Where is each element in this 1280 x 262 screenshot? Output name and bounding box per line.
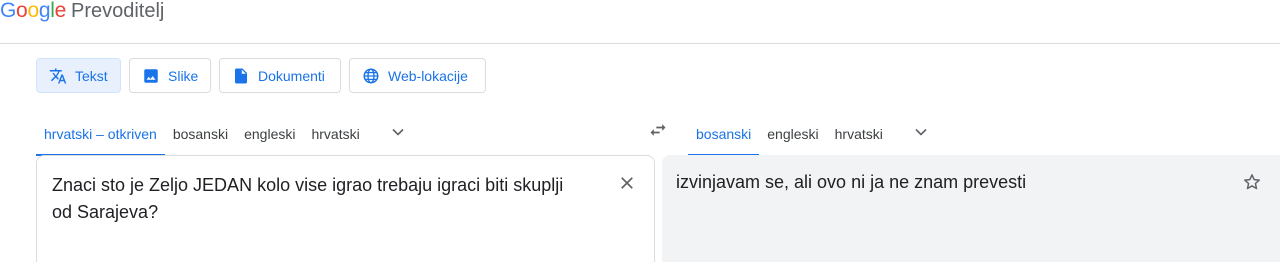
mode-images-button[interactable]: Slike <box>129 58 211 93</box>
source-lang-english[interactable]: engleski <box>236 112 303 156</box>
chevron-down-icon <box>911 122 931 147</box>
image-icon <box>142 67 160 85</box>
source-lang-croatian[interactable]: hrvatski <box>303 112 367 156</box>
source-language-bar: hrvatski – otkriven bosanski engleski hr… <box>36 112 422 156</box>
swap-languages-button[interactable] <box>644 120 672 144</box>
target-lang-bosnian-label: bosanski <box>696 126 752 142</box>
product-name: Prevoditelj <box>70 0 165 22</box>
source-lang-detected[interactable]: hrvatski – otkriven <box>36 112 165 156</box>
mode-websites-button[interactable]: Web-lokacije <box>349 58 486 93</box>
source-lang-bosnian-label: bosanski <box>172 126 229 142</box>
mode-documents-label: Dokumenti <box>258 67 325 84</box>
source-lang-english-label: engleski <box>244 126 296 142</box>
mode-websites-label: Web-lokacije <box>388 67 468 84</box>
target-lang-english[interactable]: engleski <box>759 112 826 156</box>
target-lang-croatian-label: hrvatski <box>834 126 883 142</box>
swap-arrows-icon <box>647 120 669 145</box>
save-translation-button[interactable] <box>1240 172 1264 196</box>
clear-source-button[interactable] <box>615 173 639 197</box>
app-header: Google Prevoditelj <box>0 0 1280 44</box>
mode-images-label: Slike <box>168 67 199 84</box>
target-lang-bosnian[interactable]: bosanski <box>688 112 760 156</box>
document-icon <box>232 67 250 85</box>
mode-text-button[interactable]: Tekst <box>36 58 121 93</box>
star-icon <box>1242 172 1262 197</box>
source-lang-bosnian[interactable]: bosanski <box>165 112 236 156</box>
close-icon <box>618 174 636 197</box>
target-language-bar: bosanski engleski hrvatski <box>688 112 945 156</box>
target-lang-croatian[interactable]: hrvatski <box>827 112 891 156</box>
source-text-panel: Znaci sto je Zeljo JEDAN kolo vise igrao… <box>36 155 655 262</box>
source-lang-croatian-label: hrvatski <box>311 126 360 142</box>
google-wordmark: Google <box>0 0 66 22</box>
translation-text: izvinjavam se, ali ovo ni ja ne znam pre… <box>676 172 1027 192</box>
google-translate-logo[interactable]: Google Prevoditelj <box>0 0 164 26</box>
mode-selector: Tekst Slike Dokumenti Web-lokacije <box>36 58 486 93</box>
mode-documents-button[interactable]: Dokumenti <box>219 58 341 93</box>
target-more-languages-button[interactable] <box>897 112 945 156</box>
target-lang-english-label: engleski <box>767 126 819 142</box>
globe-icon <box>362 67 380 85</box>
source-text-input[interactable]: Znaci sto je Zeljo JEDAN kolo vise igrao… <box>52 172 582 226</box>
source-more-languages-button[interactable] <box>374 112 422 156</box>
mode-text-label: Tekst <box>75 67 108 84</box>
source-lang-detected-label: hrvatski – otkriven <box>44 126 157 142</box>
chevron-down-icon <box>388 122 408 147</box>
translation-output-panel: izvinjavam se, ali ovo ni ja ne znam pre… <box>662 155 1280 262</box>
translate-icon <box>49 67 67 85</box>
